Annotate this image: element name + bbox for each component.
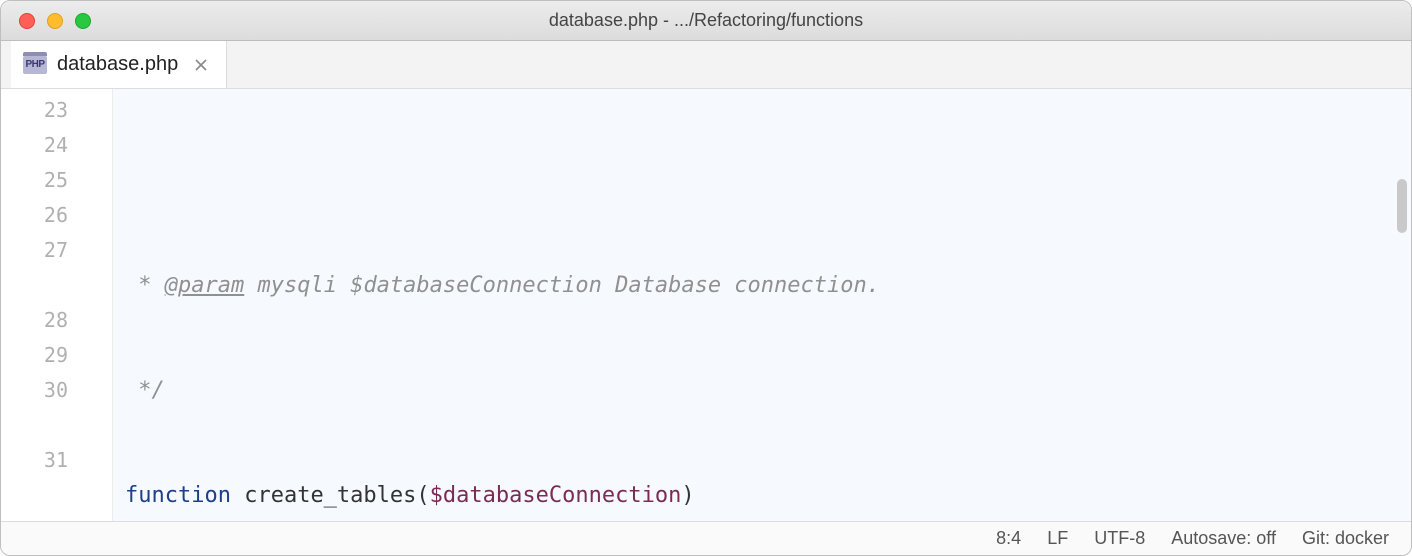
titlebar: database.php - .../Refactoring/functions — [1, 1, 1411, 41]
code-line: * @param mysqli $databaseConnection Data… — [125, 268, 1411, 303]
code-line: */ — [125, 373, 1411, 408]
line-number: 30 — [1, 373, 112, 408]
line-number: 31 — [1, 443, 112, 478]
window-controls — [19, 13, 91, 29]
tab-label: database.php — [57, 53, 178, 76]
line-number: 27 — [1, 233, 112, 268]
window: database.php - .../Refactoring/functions… — [0, 0, 1412, 556]
close-tab-button[interactable] — [194, 58, 208, 72]
line-number — [1, 268, 112, 303]
inspections-eye-icon[interactable] — [1373, 97, 1395, 119]
status-bar: 8:4 LF UTF-8 Autosave: off Git: docker — [1, 521, 1411, 555]
zoom-window-button[interactable] — [75, 13, 91, 29]
line-number: 28 — [1, 303, 112, 338]
tab-database-php[interactable]: PHP database.php — [11, 41, 227, 88]
line-number: 25 — [1, 163, 112, 198]
close-icon — [195, 59, 207, 71]
git-branch[interactable]: Git: docker — [1302, 528, 1389, 549]
vertical-scrollbar-thumb[interactable] — [1397, 179, 1407, 233]
line-number: 26 — [1, 198, 112, 233]
gutter: 23 24 25 26 27 28 29 30 31 — [1, 89, 113, 521]
line-number: 24 — [1, 128, 112, 163]
php-file-icon: PHP — [23, 56, 47, 74]
close-window-button[interactable] — [19, 13, 35, 29]
line-number — [1, 408, 112, 443]
file-encoding[interactable]: UTF-8 — [1094, 528, 1145, 549]
line-number: 23 — [1, 93, 112, 128]
code-area[interactable]: * @param mysqli $databaseConnection Data… — [113, 89, 1411, 521]
code-line: function create_tables($databaseConnecti… — [125, 478, 1411, 513]
tab-bar: PHP database.php — [1, 41, 1411, 89]
minimize-window-button[interactable] — [47, 13, 63, 29]
line-separator[interactable]: LF — [1047, 528, 1068, 549]
editor[interactable]: 23 24 25 26 27 28 29 30 31 * @param mysq… — [1, 89, 1411, 521]
autosave-status[interactable]: Autosave: off — [1171, 528, 1276, 549]
caret-position[interactable]: 8:4 — [996, 528, 1021, 549]
line-number: 29 — [1, 338, 112, 373]
window-title: database.php - .../Refactoring/functions — [1, 10, 1411, 31]
